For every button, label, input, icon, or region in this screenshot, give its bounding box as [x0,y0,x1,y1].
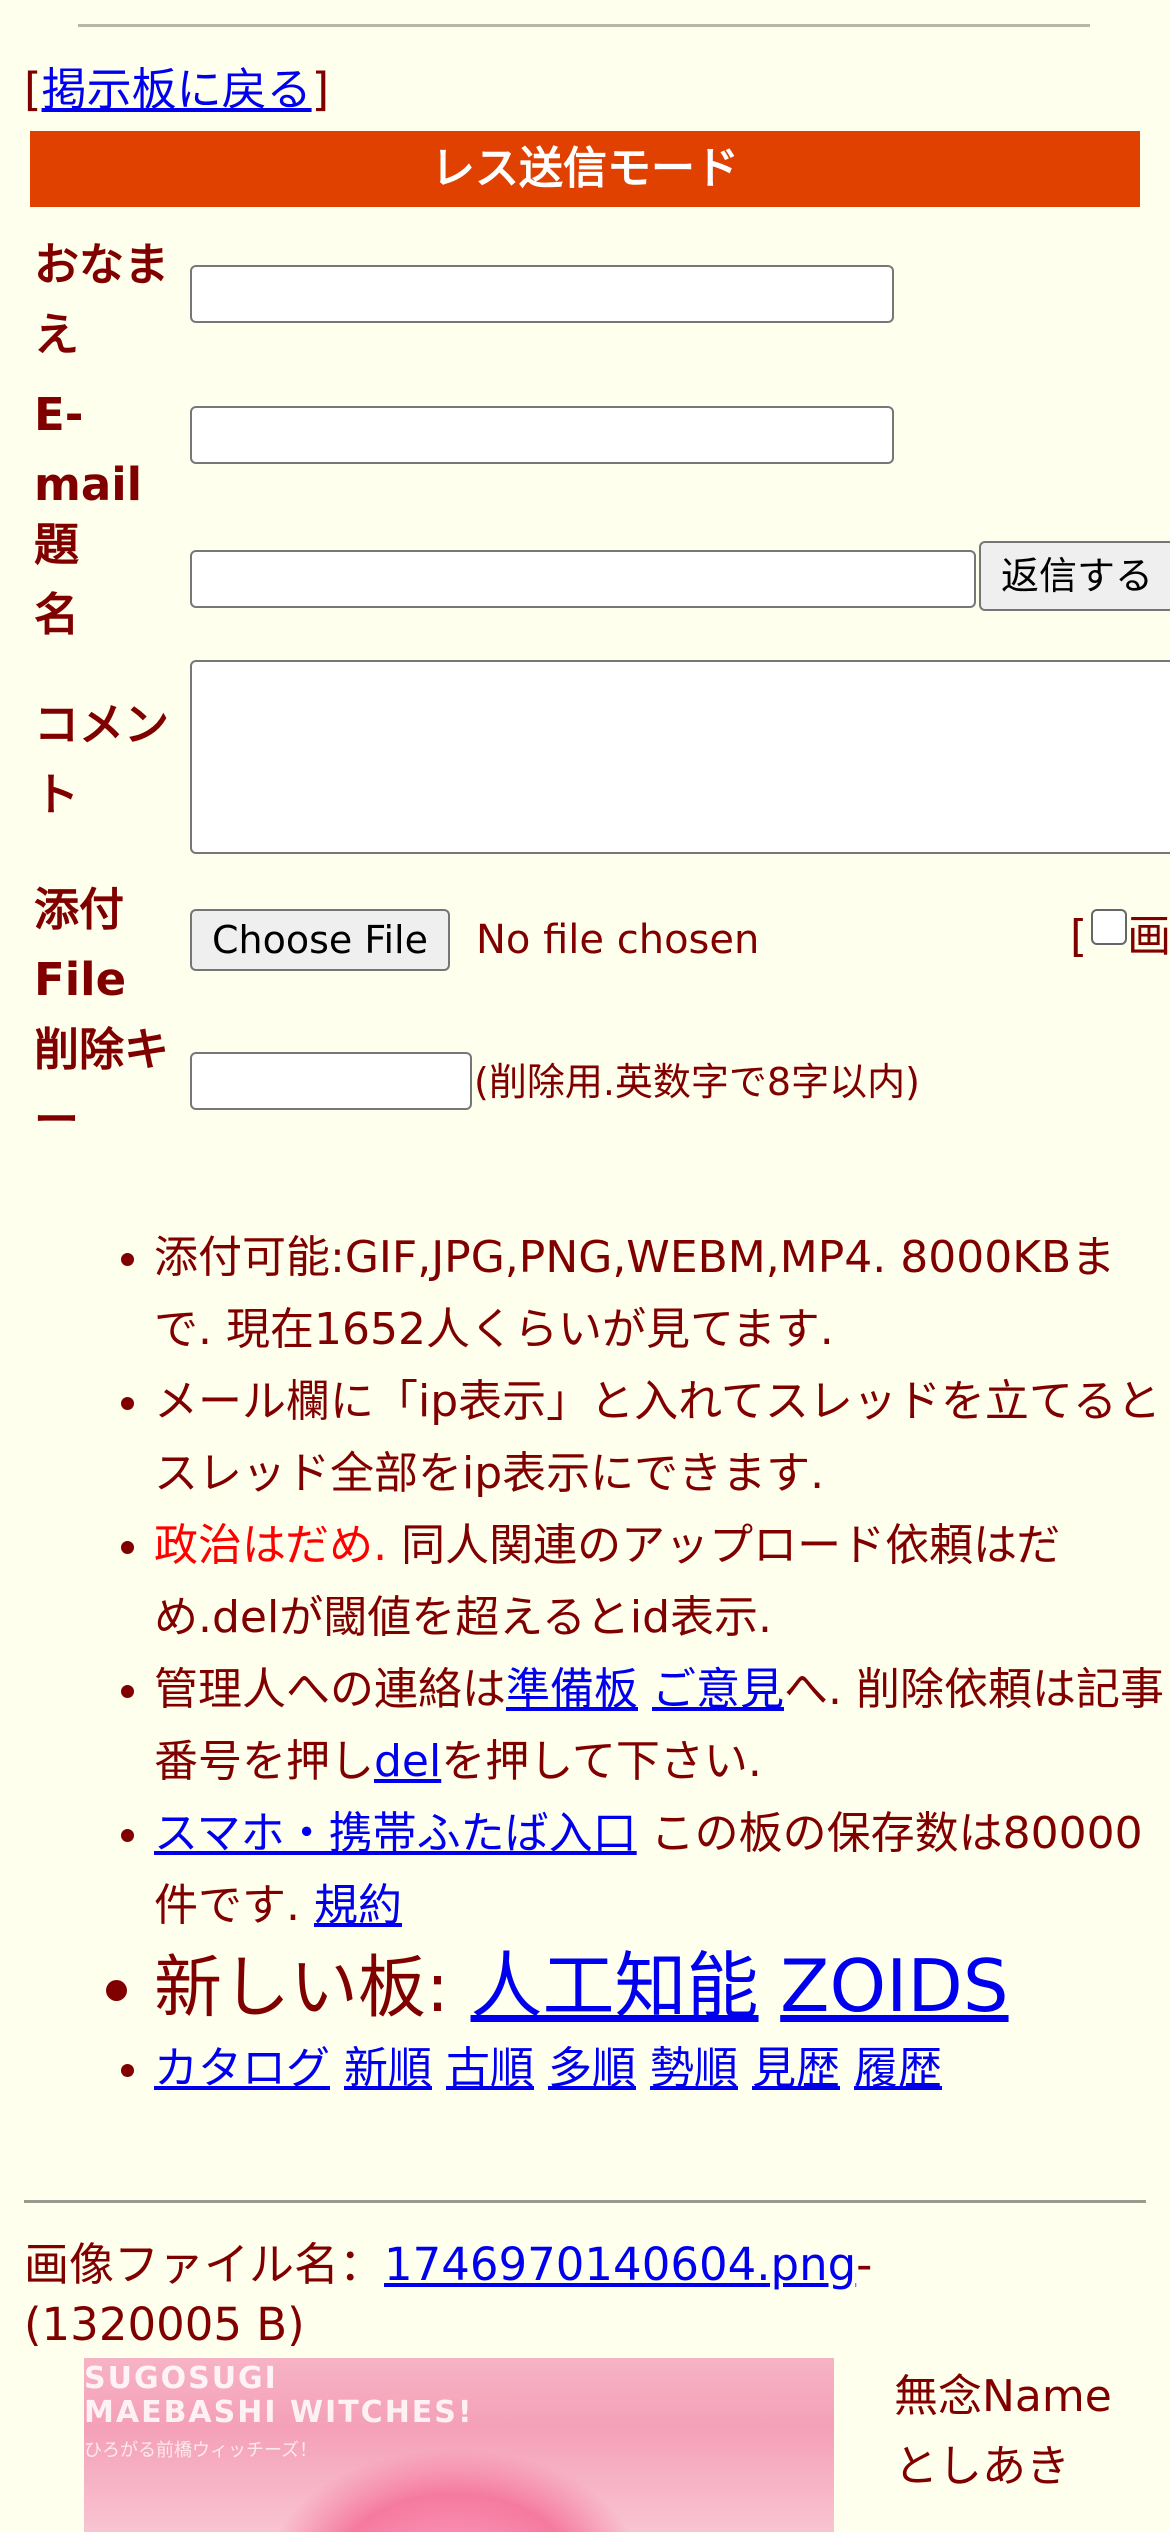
file-name-link[interactable]: 1746970140604.png [384,2238,856,2291]
submit-reply-button[interactable]: 返信する [979,541,1170,611]
comment-label: コメント [34,698,170,821]
sort-new-link[interactable]: 新順 [344,2043,432,2094]
thumbnail-artwork [264,2448,644,2532]
thread-divider [24,2200,1146,2203]
terms-link[interactable]: 規約 [314,1880,402,1931]
board-rules-list: 添付可能:GIF,JPG,PNG,WEBM,MP4. 8000KBまで. 現在1… [0,1222,1170,2105]
rule-politics: 政治はだめ. 同人関連のアップロード依頼はだめ.delが閾値を超えるとid表示. [154,1510,1170,1654]
rule-ip-display: メール欄に「ip表示」と入れてスレッドを立てるとスレッド全部をip表示にできます… [154,1366,1170,1510]
new-boards: 新しい板: 人工知能 ZOIDS [154,1942,1170,2033]
back-to-board-link[interactable]: 掲示板に戻る [42,63,312,116]
file-size: (1320005 B) [24,2298,305,2351]
image-option: [画 [1070,907,1170,967]
rule-contact-text-a: 管理人への連絡は [154,1664,506,1715]
history-link[interactable]: 履歴 [854,2043,942,2094]
bracket-close: ] [311,63,330,116]
del-link[interactable]: del [374,1736,441,1787]
feedback-link[interactable]: ご意見 [652,1664,784,1715]
delete-key-hint: (削除用.英数字で8字以内) [474,1060,920,1104]
post-file-info: 画像ファイル名：1746970140604.png- (1320005 B) [24,2235,1024,2355]
thumbnail-title-text: SUGOSUGI MAEBASHI WITCHES! [84,2361,474,2430]
back-nav: [掲示板に戻る] [24,58,329,122]
rule-politics-warning: 政治はだめ. [154,1520,388,1571]
sort-links: カタログ 新順 古順 多順 勢順 見歴 履歴 [154,2033,1170,2105]
email-input[interactable] [190,406,894,464]
email-label: E-mail [34,388,143,511]
sort-momentum-link[interactable]: 勢順 [650,2043,738,2094]
post-subject: 無念 [894,2371,982,2422]
post-header: 無念Name としあき [894,2362,1112,2502]
mobile-entrance-link[interactable]: スマホ・携帯ふたば入口 [154,1808,637,1859]
new-board-ai-link[interactable]: 人工知能 [471,1944,759,2028]
delete-key-label: 削除キー [34,1023,170,1146]
subject-input[interactable] [190,550,976,608]
bracket-open: [ [24,63,42,116]
name-input[interactable] [190,265,894,323]
choose-file-button[interactable]: Choose File [190,909,450,971]
top-divider [78,24,1090,27]
delete-key-input[interactable] [190,1052,472,1110]
file-name-prefix: 画像ファイル名： [24,2238,385,2291]
subject-label: 題名 [34,518,80,641]
rule-attachments: 添付可能:GIF,JPG,PNG,WEBM,MP4. 8000KBまで. 現在1… [154,1222,1170,1366]
viewed-history-link[interactable]: 見歴 [752,2043,840,2094]
post-name: としあき [894,2441,1070,2492]
post-thumbnail-image[interactable]: SUGOSUGI MAEBASHI WITCHES! ひろがる前橋ウィッチーズ！ [84,2358,834,2532]
rule-contact-text-c: を押して下さい. [441,1736,762,1787]
no-file-text: No file chosen [476,917,760,963]
comment-textarea[interactable] [190,660,1170,854]
file-label: 添付File [34,883,127,1006]
sort-old-link[interactable]: 古順 [446,2043,534,2094]
name-label: おなまえ [34,238,170,361]
post-name-field: Name [982,2371,1112,2422]
image-option-checkbox[interactable] [1091,909,1128,945]
file-dash: - [856,2238,873,2291]
new-board-zoids-link[interactable]: ZOIDS [780,1944,1008,2028]
rule-contact: 管理人への連絡は準備板 ご意見へ. 削除依頼は記事番号を押しdelを押して下さい… [154,1654,1170,1798]
new-boards-label: 新しい板: [154,1949,471,2028]
catalog-link[interactable]: カタログ [154,2043,330,2094]
rule-mobile: スマホ・携帯ふたば入口 この板の保存数は80000件です. 規約 [154,1798,1170,1942]
image-option-label: 画 [1127,911,1170,962]
prep-board-link[interactable]: 準備板 [506,1664,638,1715]
image-option-bracket: [ [1070,911,1088,962]
sort-many-link[interactable]: 多順 [548,2043,636,2094]
reply-mode-header: レス送信モード [30,131,1140,207]
